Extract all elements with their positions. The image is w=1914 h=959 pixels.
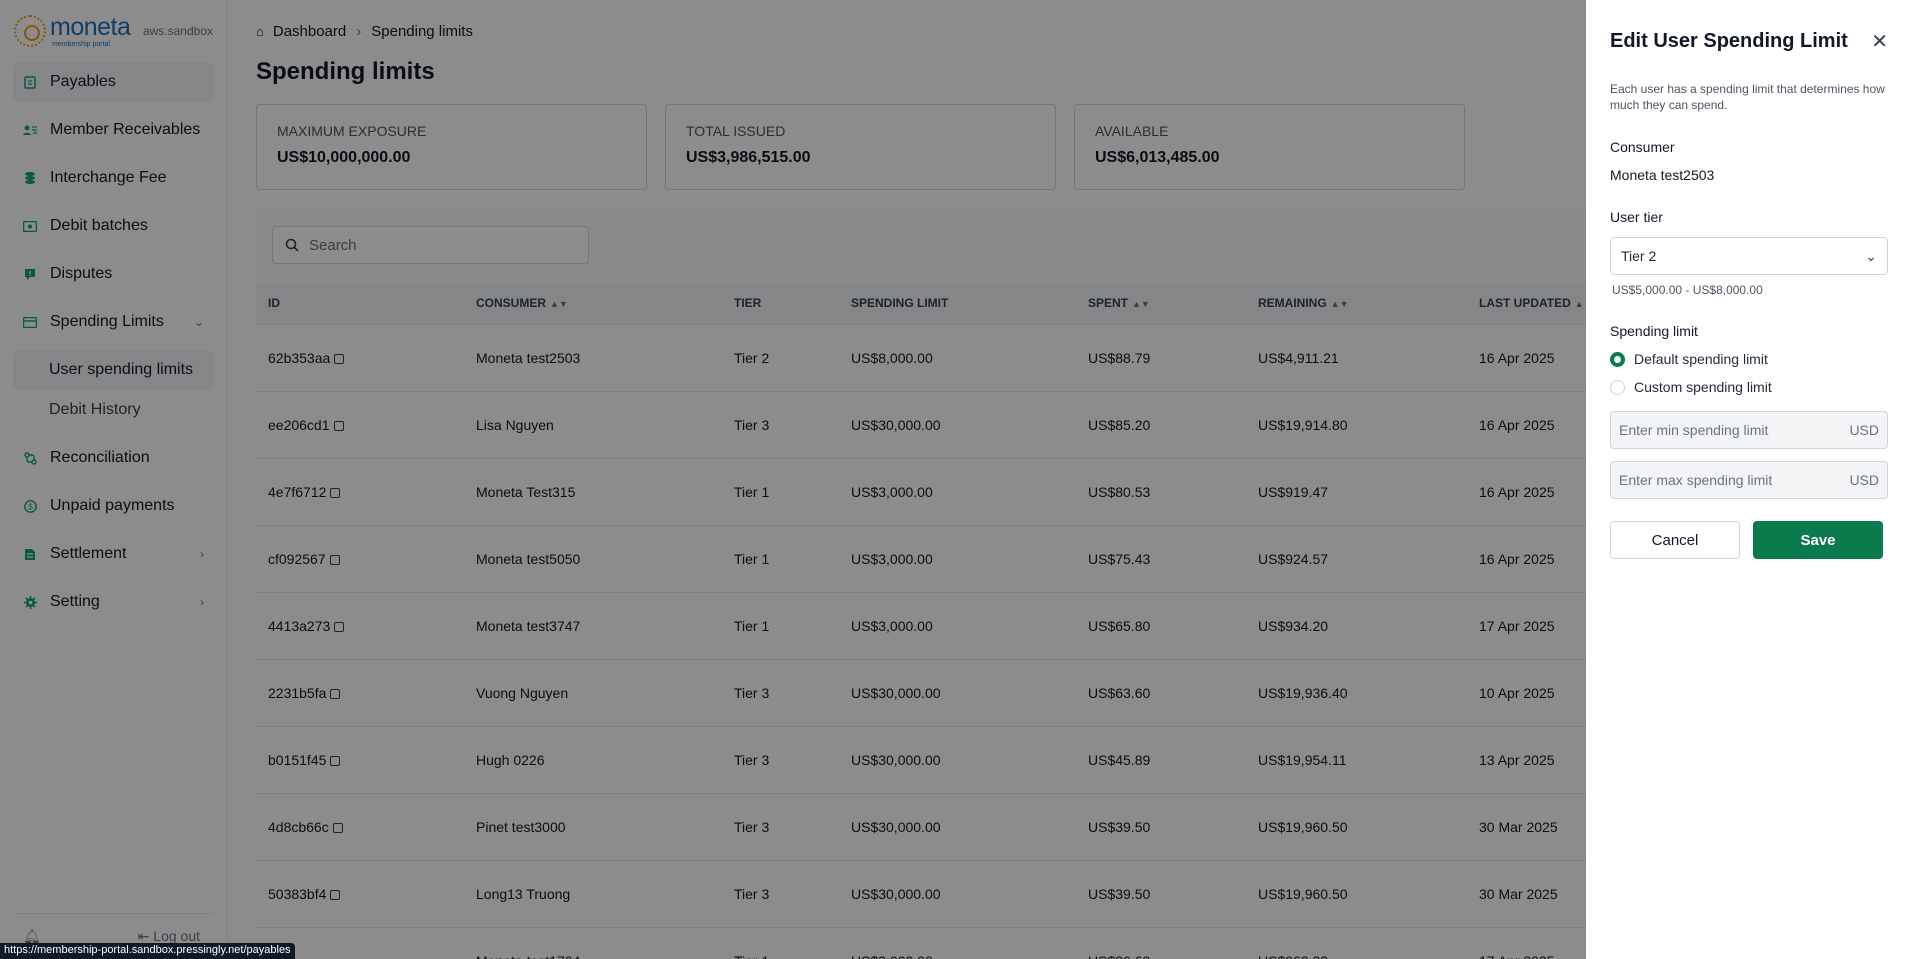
currency-suffix: USD [1849, 472, 1879, 489]
default-limit-label: Default spending limit [1634, 351, 1768, 368]
modal-backdrop[interactable] [0, 0, 1586, 959]
default-limit-option[interactable]: Default spending limit [1610, 351, 1888, 367]
custom-limit-label: Custom spending limit [1634, 379, 1772, 396]
user-tier-label: User tier [1610, 209, 1663, 226]
consumer-value: Moneta test2503 [1610, 167, 1715, 184]
drawer-title: Edit User Spending Limit [1610, 30, 1848, 52]
save-button[interactable]: Save [1753, 521, 1883, 560]
custom-limit-radio[interactable] [1610, 379, 1625, 395]
currency-suffix: USD [1849, 422, 1879, 439]
consumer-label: Consumer [1610, 139, 1675, 156]
cancel-button[interactable]: Cancel [1610, 521, 1740, 560]
drawer-actions: Cancel Save [1610, 521, 1888, 560]
min-spending-limit-field[interactable]: Enter min spending limit USD [1610, 411, 1888, 450]
chevron-down-icon: ⌄ [1865, 247, 1877, 264]
max-spending-limit-placeholder: Enter max spending limit [1619, 472, 1773, 489]
custom-limit-option[interactable]: Custom spending limit [1610, 379, 1888, 395]
edit-spending-limit-drawer: Edit User Spending Limit ✕ Each user has… [1586, 0, 1914, 959]
close-icon[interactable]: ✕ [1871, 32, 1888, 52]
max-spending-limit-field[interactable]: Enter max spending limit USD [1610, 461, 1888, 500]
status-url-tooltip: https://membership-portal.sandbox.pressi… [0, 943, 295, 959]
default-limit-radio[interactable] [1610, 351, 1625, 367]
user-tier-select[interactable]: Tier 2 ⌄ [1610, 237, 1888, 276]
min-spending-limit-placeholder: Enter min spending limit [1619, 422, 1769, 439]
tier-range-hint: US$5,000.00 - US$8,000.00 [1612, 283, 1763, 298]
spending-limit-label: Spending limit [1610, 323, 1698, 340]
user-tier-value: Tier 2 [1621, 248, 1657, 265]
drawer-header: Edit User Spending Limit ✕ [1610, 30, 1888, 53]
drawer-description: Each user has a spending limit that dete… [1610, 82, 1885, 113]
